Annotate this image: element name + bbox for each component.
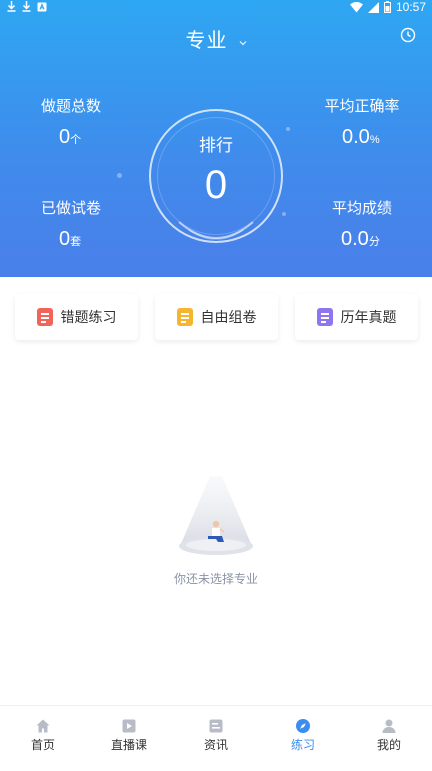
past-exams-icon [316,308,333,326]
rank-arc [178,221,254,240]
action-label: 历年真题 [340,310,397,326]
download-icon [22,1,31,12]
stat-label: 平均正确率 [324,97,400,115]
news-icon [209,719,223,733]
page-title: 专业 [185,28,228,52]
header: 专业 [0,24,432,56]
tab-label: 首页 [30,738,55,752]
tab-home[interactable]: 首页 [0,706,86,771]
decor-dot [286,127,290,131]
stat-value: 0个 [59,126,82,148]
stat-total-questions: 做题总数 0个 [36,96,106,153]
stat-value: 0套 [59,228,82,250]
chevron-down-icon [239,40,246,45]
tab-label: 练习 [290,738,315,752]
tab-news[interactable]: 资讯 [173,706,259,771]
battery-icon [383,1,391,13]
decor-dot [117,173,122,178]
app-notification-icon [37,2,47,11]
action-label: 错题练习 [60,310,117,326]
home-icon [36,719,50,733]
rank-value: 0 [204,163,228,207]
empty-state-message: 你还未选择专业 [173,572,258,586]
profile-icon [382,719,396,733]
tab-label: 我的 [376,738,401,752]
bottom-tab-bar: 首页 直播课 资讯 练习 我的 [0,705,432,771]
stat-value: 0.0% [342,126,380,148]
tab-label: 直播课 [110,738,147,752]
stat-avg-score: 平均成绩 0.0分 [326,198,398,255]
free-paper-button[interactable]: 自由组卷 [155,294,278,340]
wrong-questions-button[interactable]: 错题练习 [15,294,138,340]
status-bar: 10:57 [0,0,432,16]
signal-icon [367,1,379,13]
tab-live-class[interactable]: 直播课 [86,706,172,771]
empty-state-illustration [179,476,253,555]
live-class-icon [122,719,136,733]
tab-label: 资讯 [203,738,228,752]
tab-practice[interactable]: 练习 [260,706,346,771]
practice-actions: 错题练习 自由组卷 历年真题 [0,294,432,342]
past-exams-button[interactable]: 历年真题 [295,294,418,340]
history-clock-icon[interactable] [400,27,416,43]
action-label: 自由组卷 [200,310,257,326]
wifi-icon [349,1,363,12]
stat-label: 已做试卷 [40,199,101,217]
practice-compass-icon [296,719,310,733]
stat-avg-accuracy: 平均正确率 0.0% [318,96,406,153]
tab-profile[interactable]: 我的 [346,706,432,771]
major-selector[interactable]: 专业 [185,28,246,52]
download-icon [7,1,16,12]
status-time: 10:57 [395,0,426,14]
stat-papers-done: 已做试卷 0套 [36,198,106,255]
wrong-questions-icon [36,308,53,326]
rank-label: 排行 [199,136,233,156]
free-paper-icon [176,308,193,326]
stat-label: 做题总数 [40,97,101,115]
stat-label: 平均成绩 [331,199,392,217]
stats-hero: 10:57 专业 做题总数 0个 平均正确率 0.0% 已做试卷 0套 平均成绩… [0,0,432,277]
stat-value: 0.0分 [341,228,380,250]
